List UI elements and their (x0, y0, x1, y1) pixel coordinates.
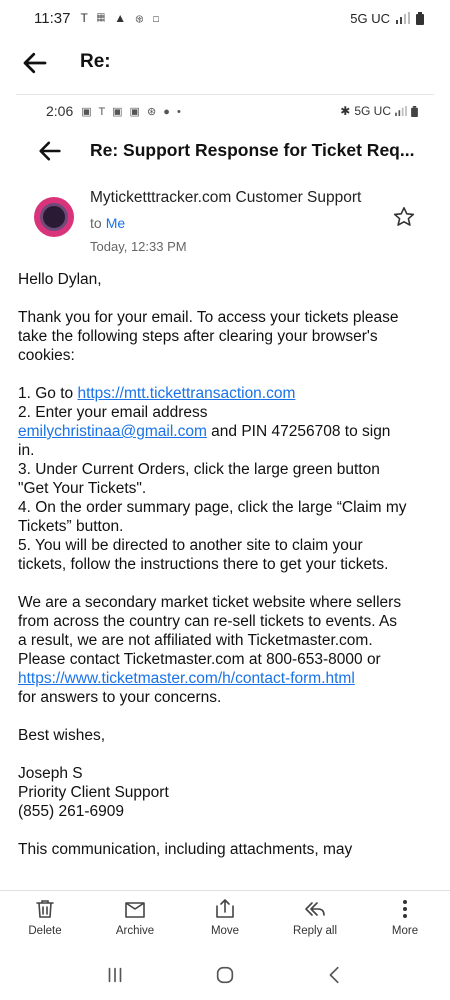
email-body: Hello Dylan, Thank you for your email. T… (18, 270, 408, 878)
app-bar: Re: (0, 38, 450, 88)
inner-status-right: ✱ 5G UC (340, 104, 418, 118)
sender-header: Myticketttracker.com Customer Support to… (16, 175, 434, 265)
status-right: 5G UC (350, 11, 424, 26)
reply-all-label: Reply all (292, 925, 338, 937)
bluetooth-icon: ✱ (340, 104, 351, 118)
email-date: Today, 12:33 PM (90, 239, 187, 254)
archive-icon (125, 902, 145, 918)
archive-button[interactable]: Archive (90, 891, 180, 944)
inner-network-label: 5G UC (354, 104, 391, 118)
footer-text: This communication, including attachment… (18, 841, 353, 858)
step4: 4. On the order summary page, click the … (18, 499, 407, 535)
inner-status-time: 2:06 (46, 103, 74, 119)
move-icon (216, 899, 234, 918)
sig-title: Priority Client Support (18, 784, 169, 801)
recipient-line[interactable]: to Me (90, 215, 125, 231)
step2-email-link[interactable]: emilychristinaa@gmail.com (18, 423, 207, 440)
move-label: Move (210, 925, 240, 937)
intro-paragraph: Thank you for your email. To access your… (18, 309, 399, 364)
email-toolbar: Re: Support Response for Ticket Req... (16, 127, 434, 175)
closing: Best wishes, (18, 727, 106, 744)
page-title: Re: (80, 51, 111, 72)
step1-prefix: 1. Go to (18, 385, 78, 402)
sig-phone: (855) 261-6909 (18, 803, 124, 820)
inner-battery-icon (411, 105, 418, 117)
step2-text: 2. Enter your email address (18, 404, 208, 421)
more-label: More (391, 925, 419, 937)
signal-icon (396, 12, 410, 24)
more-vert-icon (403, 900, 407, 918)
para2-suffix: for answers to your concerns. (18, 689, 222, 706)
to-label: to (90, 215, 102, 231)
inner-signal-icon (395, 106, 407, 116)
avatar[interactable] (34, 197, 74, 237)
greeting: Hello Dylan, (18, 271, 102, 288)
inner-status-bar: 2:06 ▣ T ▣ ▣ ⊛ ● • ✱ 5G UC (16, 95, 434, 127)
step3: 3. Under Current Orders, click the large… (18, 461, 380, 497)
reply-all-icon (305, 902, 325, 916)
reply-all-button[interactable]: Reply all (270, 891, 360, 944)
notification-icons: T 𝄜 ▲ ⊛ ◻ (80, 10, 163, 25)
trash-icon (36, 900, 54, 918)
email-back-arrow-icon[interactable] (36, 137, 64, 165)
recipient-me[interactable]: Me (106, 215, 125, 231)
para2-text: We are a secondary market ticket website… (18, 594, 402, 668)
sig-name: Joseph S (18, 765, 83, 782)
status-time: 11:37 (34, 9, 71, 27)
back-arrow-icon[interactable] (20, 48, 50, 78)
move-button[interactable]: Move (180, 891, 270, 944)
archive-label: Archive (115, 925, 155, 937)
steps: 1. Go to https://mtt.tickettransaction.c… (18, 384, 408, 574)
network-label: 5G UC (350, 10, 390, 26)
step1-link[interactable]: https://mtt.tickettransaction.com (77, 385, 295, 402)
delete-button[interactable]: Delete (0, 891, 90, 944)
email-subject: Re: Support Response for Ticket Req... (90, 140, 415, 160)
inner-notification-icons: ▣ T ▣ ▣ ⊛ ● • (81, 105, 183, 118)
home-icon[interactable] (214, 964, 236, 986)
star-icon[interactable] (392, 205, 416, 229)
ticketmaster-link[interactable]: https://www.ticketmaster.com/h/contact-f… (18, 670, 355, 687)
system-nav-bar (0, 950, 450, 1000)
disclaimer-paragraph: We are a secondary market ticket website… (18, 593, 408, 707)
sender-name: Myticketttracker.com Customer Support (90, 189, 362, 206)
body-fade (16, 872, 434, 892)
avatar-logo (40, 203, 68, 231)
battery-icon (416, 11, 424, 25)
recent-apps-icon[interactable] (104, 964, 126, 986)
status-bar: 11:37 T 𝄜 ▲ ⊛ ◻ 5G UC (0, 0, 450, 36)
more-button[interactable]: More (360, 891, 450, 944)
step5: 5. You will be directed to another site … (18, 537, 389, 573)
delete-label: Delete (28, 925, 62, 937)
back-icon[interactable] (324, 964, 346, 986)
signature: Joseph S Priority Client Support (855) 2… (18, 764, 408, 821)
action-bar: Delete Archive Move Reply all More (0, 890, 450, 944)
